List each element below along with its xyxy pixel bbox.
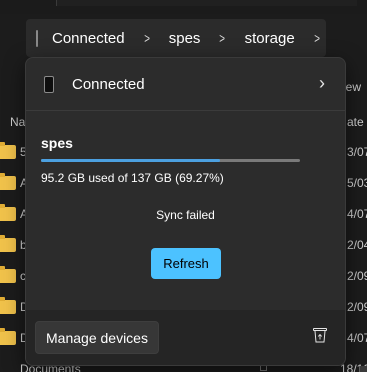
manage-devices-button[interactable]: Manage devices (35, 321, 159, 354)
connection-label: Connected (72, 75, 145, 93)
refresh-button[interactable]: Refresh (151, 248, 221, 279)
list-item-date: 4/07 (347, 331, 367, 345)
divider (26, 110, 345, 111)
recycle-bin-icon[interactable] (313, 327, 327, 343)
column-header-name[interactable]: Na (10, 115, 25, 129)
storage-usage-text: 95.2 GB used of 137 GB (69.27%) (41, 171, 224, 185)
chevron-right-icon[interactable]: > (304, 30, 329, 46)
folder-icon (0, 297, 16, 314)
column-header-date[interactable]: ate (347, 115, 364, 129)
list-item-date: 3/07 (347, 145, 367, 159)
folder-icon (0, 235, 16, 252)
folder-icon (0, 142, 16, 159)
phone-icon (36, 29, 38, 47)
chevron-right-icon[interactable]: > (210, 30, 235, 46)
window: iew Na ate 53/07A5/03A4/07b2/04c2/09D2/0… (0, 0, 367, 372)
breadcrumb-item-storage[interactable]: storage (241, 30, 299, 47)
breadcrumb-item-device[interactable]: spes (165, 30, 205, 47)
device-name: spes (41, 135, 73, 151)
title-strip (0, 0, 367, 14)
chevron-right-icon[interactable]: > (134, 30, 159, 46)
flyout-footer: Manage devices (26, 310, 345, 365)
breadcrumb[interactable]: Connected > spes > storage > (26, 19, 326, 57)
list-item-date: 2/09 (347, 269, 367, 283)
folder-icon (0, 266, 16, 283)
storage-bar (41, 159, 300, 162)
tab-edge (56, 0, 357, 6)
list-item-date: 5/03 (347, 176, 367, 190)
device-flyout: Connected › spes 95.2 GB used of 137 GB … (25, 57, 346, 366)
storage-bar-fill (41, 159, 221, 162)
breadcrumb-item-connected[interactable]: Connected (48, 30, 129, 47)
list-item-date: 2/09 (347, 300, 367, 314)
list-item-date: 2/04 (347, 238, 367, 252)
folder-icon (0, 173, 16, 190)
connection-row[interactable]: Connected › (26, 58, 345, 110)
chevron-right-icon: › (319, 73, 325, 93)
sync-status: Sync failed (156, 208, 215, 222)
folder-icon (0, 328, 16, 345)
scrollbar-thumb[interactable] (360, 366, 367, 372)
folder-icon (0, 204, 16, 221)
phone-icon (44, 75, 54, 93)
list-item-date: 4/07 (347, 207, 367, 221)
